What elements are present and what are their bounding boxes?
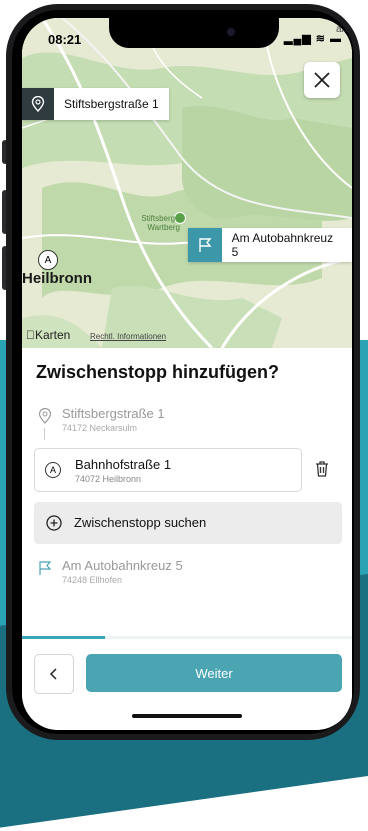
add-stop-search-button[interactable]: Zwischenstopp suchen bbox=[34, 502, 342, 544]
stop-name: Am Autobahnkreuz 5 bbox=[62, 558, 183, 573]
location-pin-icon bbox=[22, 88, 54, 120]
route-connector bbox=[44, 428, 45, 440]
map-pin-end[interactable]: Am Autobahnkreuz 5 bbox=[188, 228, 352, 262]
map-pin-end-label: Am Autobahnkreuz 5 bbox=[221, 228, 352, 262]
map-attribution: Karten bbox=[26, 328, 70, 342]
stop-postcode: 74172 Neckarsulm bbox=[62, 423, 138, 433]
status-icons: ▂▄▆ ≋ ▬ bbox=[284, 33, 343, 45]
back-button[interactable] bbox=[34, 654, 74, 694]
circle-a-icon: A bbox=[45, 462, 61, 478]
stop-postcode: 74248 Ellhofen bbox=[62, 575, 123, 585]
place-label-stiftsberg: Stiftsberg - Wartberg bbox=[141, 214, 180, 232]
place-label-heilbronn: Heilbronn bbox=[22, 270, 92, 287]
chevron-left-icon bbox=[49, 668, 57, 680]
home-indicator bbox=[132, 714, 242, 718]
map-pin-start-label: Stiftsbergstraße 1 bbox=[54, 88, 169, 120]
stop-postcode: 74072 Heilbronn bbox=[75, 474, 142, 484]
map-partial-label: an bbox=[336, 24, 348, 35]
plus-circle-icon bbox=[46, 515, 62, 531]
stop-name: Stiftsbergstraße 1 bbox=[62, 406, 165, 421]
close-icon bbox=[314, 72, 330, 88]
add-stop-search-label: Zwischenstopp suchen bbox=[74, 515, 207, 530]
progress-fill bbox=[22, 636, 105, 639]
flag-icon bbox=[39, 561, 52, 575]
trash-icon bbox=[316, 461, 328, 477]
notch bbox=[109, 18, 279, 48]
map-view[interactable]: 08:21 ▂▄▆ ≋ ▬ an Stiftsbergstraße 1 Am A… bbox=[22, 18, 352, 348]
app-screen: 08:21 ▂▄▆ ≋ ▬ an Stiftsbergstraße 1 Am A… bbox=[22, 18, 352, 730]
status-time: 08:21 bbox=[48, 32, 82, 47]
route-stop-waypoint[interactable]: A Bahnhofstraße 1 74072 Heilbronn bbox=[34, 448, 302, 492]
close-button[interactable] bbox=[304, 62, 340, 98]
map-pin-start[interactable]: Stiftsbergstraße 1 bbox=[22, 88, 169, 120]
next-button[interactable]: Weiter bbox=[86, 654, 342, 692]
sheet-title: Zwischenstopp hinzufügen? bbox=[36, 362, 279, 382]
location-pin-icon bbox=[38, 408, 52, 424]
stop-name: Bahnhofstraße 1 bbox=[75, 457, 172, 472]
map-terrain bbox=[22, 18, 352, 348]
delete-stop-button[interactable] bbox=[314, 460, 330, 483]
legal-link[interactable]: Rechtl. Informationen bbox=[90, 332, 166, 341]
highway-marker: A bbox=[38, 250, 58, 270]
progress-bar bbox=[22, 636, 352, 639]
flag-icon bbox=[188, 228, 222, 262]
bottom-sheet: Zwischenstopp hinzufügen? Stiftsbergstra… bbox=[22, 348, 352, 730]
